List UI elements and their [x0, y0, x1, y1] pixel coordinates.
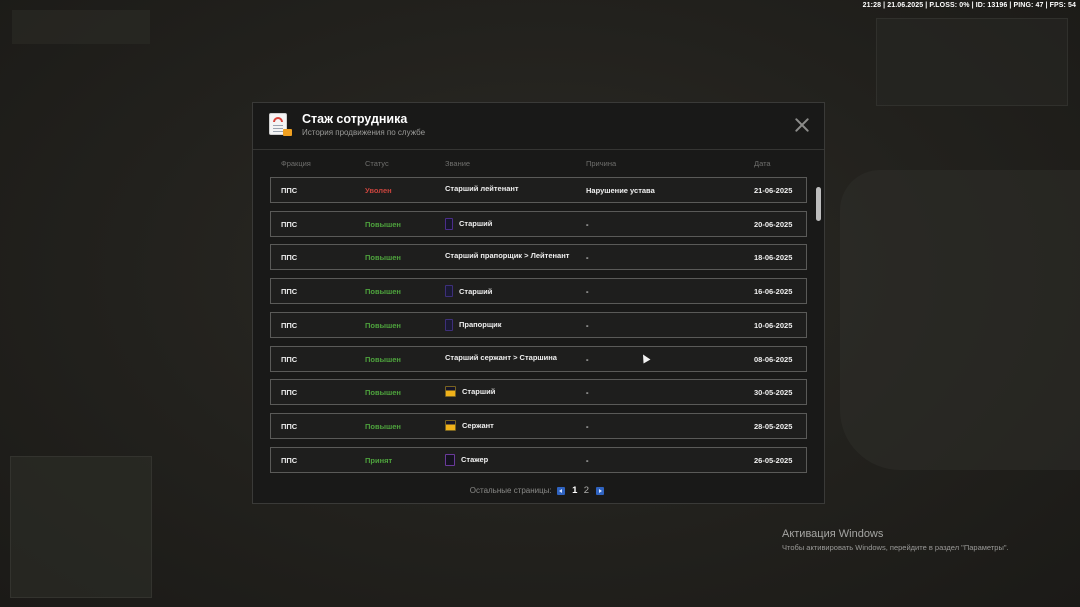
modal-title: Стаж сотрудника: [302, 112, 408, 126]
background-vehicle: [840, 170, 1080, 470]
row-date: 16-06-2025: [754, 287, 793, 297]
row-status: Повышен: [365, 320, 401, 330]
row-rank-label: Прапорщик: [459, 320, 502, 330]
row-date: 08-06-2025: [754, 354, 793, 364]
column-reason: Причина: [586, 159, 617, 168]
row-reason: -: [586, 421, 589, 431]
next-page-icon[interactable]: [596, 486, 605, 495]
row-rank-label: Сержант: [462, 420, 494, 430]
row-reason: -: [586, 253, 589, 263]
row-rank: Старший: [445, 217, 493, 230]
table-row[interactable]: ППС Повышен Старший прапорщик > Лейтенант -…: [270, 244, 807, 271]
row-reason: -: [586, 354, 589, 364]
background-hud-panel: [876, 18, 1068, 106]
column-faction: Фракция: [281, 159, 311, 168]
table-header: Фракция Статус Звание Причина Дата: [253, 159, 824, 171]
pagination: Остальные страницы: 1 2: [253, 485, 824, 496]
table-row[interactable]: ППС Повышен Старший - 30-05-2025: [270, 379, 807, 406]
column-status: Статус: [365, 159, 389, 168]
column-date: Дата: [754, 159, 771, 168]
row-reason: -: [586, 455, 589, 465]
row-reason: Нарушение устава: [586, 186, 655, 195]
prev-page-icon[interactable]: [556, 486, 565, 495]
row-faction: ППС: [281, 421, 298, 431]
row-status: Повышен: [365, 421, 401, 431]
gold-stripe-icon: [445, 419, 456, 431]
purple-dot-icon: [445, 318, 453, 331]
row-rank: Прапорщик: [445, 318, 502, 331]
row-reason: -: [586, 388, 589, 398]
purple-stripe-icon: [445, 217, 453, 230]
row-date: 10-06-2025: [754, 320, 793, 330]
row-rank: Старший сержант > Старшина: [445, 353, 557, 362]
row-status: Принят: [365, 455, 393, 465]
table-row[interactable]: ППС Повышен Сержант - 28-05-2025: [270, 412, 807, 439]
row-rank: Старший прапорщик > Лейтенант: [445, 251, 569, 260]
pagination-label: Остальные страницы:: [469, 486, 552, 495]
row-faction: ППС: [281, 388, 298, 398]
row-rank-label: Старший лейтенант: [445, 184, 519, 193]
background-minimap: [10, 456, 152, 598]
gold-stripe-icon: [445, 386, 456, 398]
windows-activation-title: Активация Windows: [782, 528, 884, 540]
column-rank: Звание: [445, 159, 471, 168]
row-rank-label: Старший прапорщик > Лейтенант: [445, 251, 570, 261]
row-faction: ППС: [281, 219, 298, 229]
row-reason: -: [586, 320, 589, 330]
service-history-modal: Стаж сотрудника История продвижения по с…: [252, 102, 825, 504]
table-row[interactable]: ППС Повышен Старший - 16-06-2025: [270, 278, 807, 305]
table-row[interactable]: ППС Повышен Старший - 20-06-2025: [270, 210, 807, 237]
windows-activation-subtitle: Чтобы активировать Windows, перейдите в …: [782, 543, 1009, 552]
row-date: 26-05-2025: [754, 455, 793, 465]
row-faction: ППС: [281, 455, 298, 465]
row-rank: Стажер: [445, 453, 489, 466]
table-row[interactable]: ППС Принят Стажер - 26-05-2025: [270, 446, 807, 473]
history-table[interactable]: ППС Уволен Старший лейтенант Нарушение уста…: [270, 177, 810, 473]
row-rank-label: Старший сержант > Старшина: [445, 352, 557, 362]
row-rank-label: Старший: [462, 387, 496, 397]
row-faction: ППС: [281, 287, 298, 297]
row-faction: ППС: [281, 186, 298, 195]
status-bar: 21:28 | 21.06.2025 | P.LOSS: 0% | ID: 13…: [862, 2, 1076, 9]
row-rank: Сержант: [445, 419, 494, 431]
row-date: 18-06-2025: [754, 253, 793, 263]
row-rank: Старший: [445, 285, 493, 298]
page-2-button[interactable]: 2: [584, 485, 589, 496]
modal-subtitle: История продвижения по службе: [302, 128, 426, 137]
row-reason: -: [586, 287, 589, 297]
table-row[interactable]: ППС Повышен Старший сержант > Старшина - 08-…: [270, 345, 807, 372]
row-faction: ППС: [281, 320, 298, 330]
row-date: 21-06-2025: [754, 186, 793, 195]
row-status: Повышен: [365, 354, 401, 364]
row-faction: ППС: [281, 354, 298, 364]
windows-activation-notice: Активация Windows Чтобы активировать Win…: [782, 528, 1009, 552]
modal-header: Стаж сотрудника История продвижения по с…: [253, 103, 824, 150]
table-row[interactable]: ППС Уволен Старший лейтенант Нарушение уста…: [270, 177, 807, 203]
row-status: Повышен: [365, 388, 401, 398]
row-date: 30-05-2025: [754, 388, 793, 398]
row-reason: -: [586, 219, 589, 229]
page-1-button[interactable]: 1: [572, 485, 577, 496]
row-status: Повышен: [365, 253, 401, 263]
row-status: Повышен: [365, 219, 401, 229]
purple-dot-icon: [445, 285, 453, 298]
close-icon[interactable]: [794, 117, 810, 133]
row-date: 20-06-2025: [754, 219, 793, 229]
document-icon: [269, 113, 292, 136]
row-date: 28-05-2025: [754, 421, 793, 431]
row-rank-label: Старший: [459, 219, 493, 229]
table-row[interactable]: ППС Повышен Прапорщик - 10-06-2025: [270, 311, 807, 338]
row-status: Повышен: [365, 287, 401, 297]
table-scrollbar[interactable]: [816, 187, 821, 221]
trainee-icon: [445, 453, 455, 466]
row-faction: ППС: [281, 253, 298, 263]
row-rank: Старший: [445, 386, 496, 398]
row-status: Уволен: [365, 186, 392, 195]
background-hud-top-left: [12, 10, 150, 44]
row-rank: Старший лейтенант: [445, 184, 519, 193]
row-rank-label: Стажер: [461, 455, 489, 465]
row-rank-label: Старший: [459, 286, 493, 296]
